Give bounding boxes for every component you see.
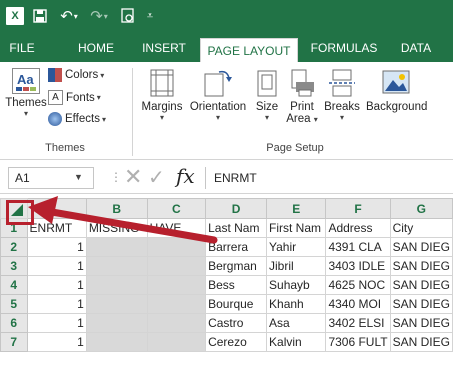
- annotation-arrow-icon: [28, 196, 218, 244]
